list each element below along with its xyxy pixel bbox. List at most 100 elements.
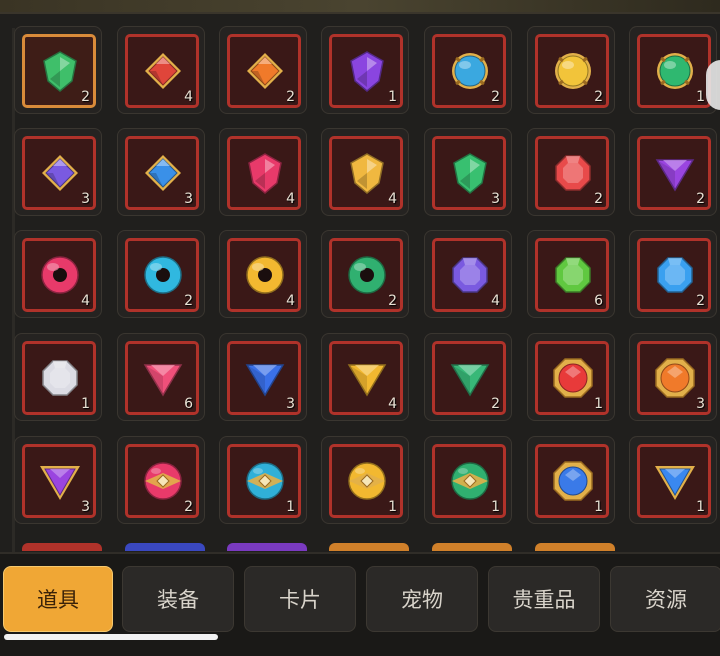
- inventory-slot[interactable]: 4: [219, 230, 307, 318]
- inventory-slot[interactable]: 6: [117, 333, 205, 421]
- inventory-slot[interactable]: 3: [424, 128, 512, 216]
- slot-frame: 2: [637, 136, 711, 210]
- inventory-slot-partial[interactable]: [329, 543, 409, 551]
- inventory-slot[interactable]: 3: [629, 333, 717, 421]
- item-count: 3: [81, 191, 90, 207]
- inventory-slot[interactable]: 1: [424, 436, 512, 524]
- item-count: 1: [388, 499, 397, 515]
- inventory-slot[interactable]: 2: [219, 26, 307, 114]
- inventory-slot[interactable]: 3: [14, 128, 102, 216]
- inventory-slot[interactable]: 2: [14, 26, 102, 114]
- slot-frame: 1: [329, 34, 403, 108]
- round-gold-gem-icon: [448, 459, 492, 503]
- inventory-slot[interactable]: 3: [117, 128, 205, 216]
- inventory-slot[interactable]: 3: [14, 436, 102, 524]
- item-count: 2: [286, 89, 295, 105]
- framed-gem-icon: [551, 459, 595, 503]
- inventory-slot[interactable]: 1: [219, 436, 307, 524]
- inventory-slot[interactable]: 4: [14, 230, 102, 318]
- slot-frame: 6: [125, 341, 199, 415]
- shield-gem-icon: [345, 49, 389, 93]
- inventory-slot-partial[interactable]: [432, 543, 512, 551]
- tab-resources[interactable]: 资源: [610, 566, 720, 632]
- item-count: 2: [184, 499, 193, 515]
- inventory-slot[interactable]: 1: [321, 436, 409, 524]
- slot-frame: 1: [22, 341, 96, 415]
- item-count: 1: [388, 89, 397, 105]
- tab-equipment[interactable]: 装备: [122, 566, 234, 632]
- item-count: 2: [491, 89, 500, 105]
- inventory-slot[interactable]: 1: [527, 333, 615, 421]
- inventory-slot[interactable]: 3: [219, 333, 307, 421]
- slot-frame: 4: [125, 34, 199, 108]
- ring-gem-icon: [243, 253, 287, 297]
- inventory-slot[interactable]: 1: [629, 436, 717, 524]
- item-count: 4: [286, 293, 295, 309]
- diamond-gem-icon: [243, 49, 287, 93]
- item-count: 4: [286, 191, 295, 207]
- tab-cards[interactable]: 卡片: [244, 566, 356, 632]
- shield-gem-icon: [243, 151, 287, 195]
- slot-frame: 2: [329, 238, 403, 312]
- inventory-slot[interactable]: 2: [424, 333, 512, 421]
- item-count: 4: [184, 89, 193, 105]
- inventory-slot[interactable]: 1: [629, 26, 717, 114]
- inventory-slot-partial[interactable]: [125, 543, 205, 551]
- item-count: 3: [286, 396, 295, 412]
- item-count: 4: [491, 293, 500, 309]
- inventory-slot[interactable]: 4: [219, 128, 307, 216]
- inventory-slot[interactable]: 2: [424, 26, 512, 114]
- slot-frame: 3: [22, 444, 96, 518]
- item-count: 1: [594, 499, 603, 515]
- inventory-slot[interactable]: 2: [117, 230, 205, 318]
- inventory-slot[interactable]: 2: [321, 230, 409, 318]
- item-count: 2: [388, 293, 397, 309]
- inventory-slot[interactable]: 4: [117, 26, 205, 114]
- item-count: 1: [696, 499, 705, 515]
- item-count: 2: [491, 396, 500, 412]
- inventory-slot[interactable]: 4: [424, 230, 512, 318]
- tab-valuables[interactable]: 贵重品: [488, 566, 600, 632]
- slot-frame: 6: [535, 238, 609, 312]
- inventory-slot[interactable]: 2: [629, 230, 717, 318]
- side-expand-button[interactable]: [706, 60, 720, 110]
- inventory-slot[interactable]: 1: [527, 436, 615, 524]
- slot-frame: 4: [329, 136, 403, 210]
- item-count: 4: [388, 396, 397, 412]
- item-count: 3: [491, 191, 500, 207]
- triangle-gem-icon: [243, 356, 287, 400]
- ring-gem-icon: [345, 253, 389, 297]
- triangle-gem-icon: [345, 356, 389, 400]
- inventory-slot[interactable]: 2: [527, 128, 615, 216]
- inventory-slot[interactable]: 6: [527, 230, 615, 318]
- shield-gem-icon: [448, 151, 492, 195]
- item-count: 2: [184, 293, 193, 309]
- inventory-slot[interactable]: 1: [321, 26, 409, 114]
- inventory-slot-partial[interactable]: [227, 543, 307, 551]
- slot-frame: 1: [535, 341, 609, 415]
- slot-frame: 1: [432, 444, 506, 518]
- slot-frame: 2: [22, 34, 96, 108]
- octagon-gem-icon: [448, 253, 492, 297]
- orb-gem-icon: [448, 49, 492, 93]
- inventory-slot[interactable]: 4: [321, 333, 409, 421]
- inventory-slot-partial[interactable]: [22, 543, 102, 551]
- inventory-slot-partial[interactable]: [535, 543, 615, 551]
- shield-gem-icon: [38, 49, 82, 93]
- tab-items[interactable]: 道具: [3, 566, 113, 632]
- ring-gem-icon: [141, 253, 185, 297]
- item-count: 2: [594, 89, 603, 105]
- item-count: 4: [81, 293, 90, 309]
- inventory-slot[interactable]: 2: [527, 26, 615, 114]
- tab-pets[interactable]: 宠物: [366, 566, 478, 632]
- item-count: 1: [286, 499, 295, 515]
- inventory-slot[interactable]: 4: [321, 128, 409, 216]
- slot-frame: 2: [432, 341, 506, 415]
- inventory-slot[interactable]: 1: [14, 333, 102, 421]
- item-count: 2: [696, 293, 705, 309]
- inventory-slot[interactable]: 2: [117, 436, 205, 524]
- slot-frame: 1: [227, 444, 301, 518]
- inventory-slot[interactable]: 2: [629, 128, 717, 216]
- slot-frame: 3: [125, 136, 199, 210]
- diamond-gem-icon: [141, 49, 185, 93]
